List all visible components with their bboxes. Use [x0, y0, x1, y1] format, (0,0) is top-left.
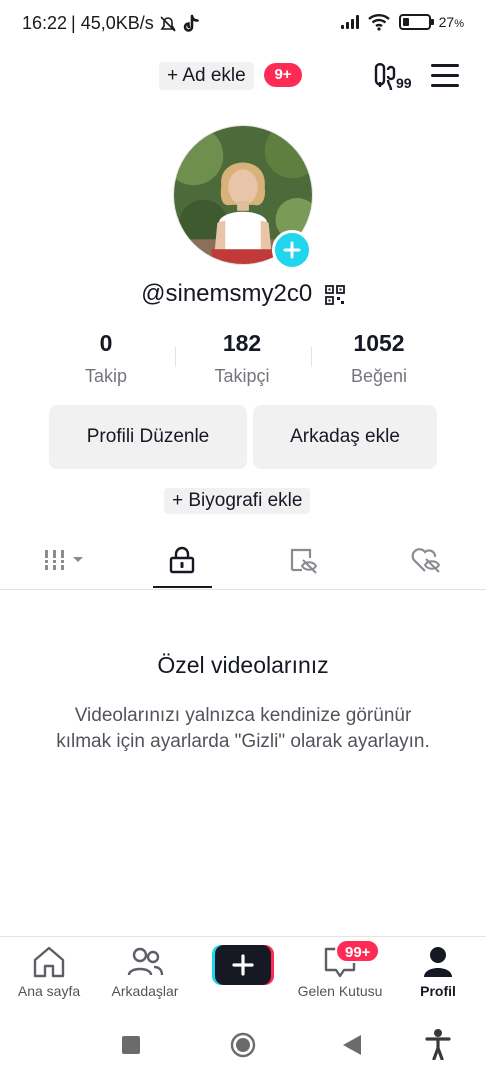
nav-friends[interactable]: Arkadaşlar — [105, 945, 185, 999]
stat-value: 1052 — [353, 330, 405, 356]
inbox-badge: 99+ — [335, 939, 381, 963]
qr-code-icon[interactable] — [324, 284, 345, 305]
stat-followers[interactable]: 182 Takipçi — [182, 330, 302, 387]
back-icon[interactable] — [343, 1035, 361, 1055]
signal-icon — [340, 15, 359, 29]
wifi-icon — [367, 14, 390, 31]
stat-divider — [175, 347, 176, 367]
content-tabs — [0, 530, 486, 590]
stat-likes[interactable]: 1052 Beğeni — [319, 330, 439, 387]
tab-private[interactable] — [122, 530, 242, 590]
bottom-navigation: Ana sayfa Arkadaşlar Gelen Kutusu Profil — [0, 936, 486, 1010]
tab-reposts[interactable] — [244, 530, 364, 590]
tab-videos[interactable] — [6, 530, 126, 590]
system-navigation — [0, 1010, 486, 1080]
add-avatar-button[interactable] — [272, 230, 312, 270]
battery-percent: 27% — [438, 14, 464, 30]
battery-icon — [398, 14, 434, 30]
create-icon[interactable] — [212, 945, 274, 985]
add-account-button[interactable]: + Ad ekle — [159, 62, 254, 90]
edit-profile-button[interactable]: Profili Düzenle — [49, 405, 247, 469]
stat-value: 182 — [222, 330, 262, 356]
stat-label: Takip — [84, 366, 128, 386]
lock-icon — [169, 546, 195, 574]
svg-text:99: 99 — [396, 75, 412, 91]
status-bar: 16:22 | 45,0KB/s 27% — [0, 0, 486, 48]
stat-label: Beğeni — [350, 366, 408, 386]
stat-value: 0 — [99, 330, 113, 356]
friends-icon — [127, 947, 164, 976]
battery-level — [402, 18, 409, 26]
username: @sinemsmy2c0 — [0, 280, 486, 308]
status-time: 16:22 — [22, 13, 68, 33]
menu-icon[interactable] — [431, 64, 459, 88]
tab-liked[interactable] — [366, 530, 486, 590]
nav-home[interactable]: Ana sayfa — [14, 945, 84, 999]
profile-icon — [424, 947, 452, 977]
empty-state-title: Özel videolarınız — [157, 652, 329, 678]
add-friend-button[interactable]: Arkadaş ekle — [253, 405, 437, 469]
heart-hidden-icon — [411, 548, 441, 573]
home-button-icon[interactable] — [230, 1032, 256, 1058]
nav-inbox-label: Gelen Kutusu — [297, 983, 383, 999]
empty-state-description: Videolarınızı yalnızca kendinize görünür… — [56, 705, 430, 752]
plus-icon — [283, 241, 301, 259]
mute-icon — [160, 15, 176, 32]
footprint-icon[interactable]: 99 — [372, 60, 418, 92]
accessibility-icon[interactable] — [425, 1028, 451, 1060]
status-right: 27% — [340, 13, 464, 31]
username-text: @sinemsmy2c0 — [141, 280, 313, 307]
stat-divider — [311, 347, 312, 367]
tiktok-icon — [183, 14, 199, 32]
eye-off-icon — [290, 548, 318, 574]
nav-profile-label: Profil — [420, 983, 456, 999]
grid-icon — [45, 550, 83, 570]
nav-home-label: Ana sayfa — [17, 983, 81, 999]
home-icon — [33, 946, 65, 978]
notification-badge[interactable]: 9+ — [264, 63, 302, 87]
add-bio-button[interactable]: + Biyografi ekle — [164, 488, 311, 514]
nav-profile[interactable]: Profil — [408, 945, 468, 999]
status-network-speed: | 45,0KB/s — [71, 13, 154, 33]
stat-label: Takipçi — [214, 366, 270, 386]
nav-friends-label: Arkadaşlar — [111, 983, 179, 999]
active-tab-indicator — [153, 586, 212, 588]
stat-following[interactable]: 0 Takip — [46, 330, 166, 387]
recents-icon[interactable] — [122, 1036, 140, 1054]
status-left: 16:22 | 45,0KB/s — [22, 13, 200, 34]
